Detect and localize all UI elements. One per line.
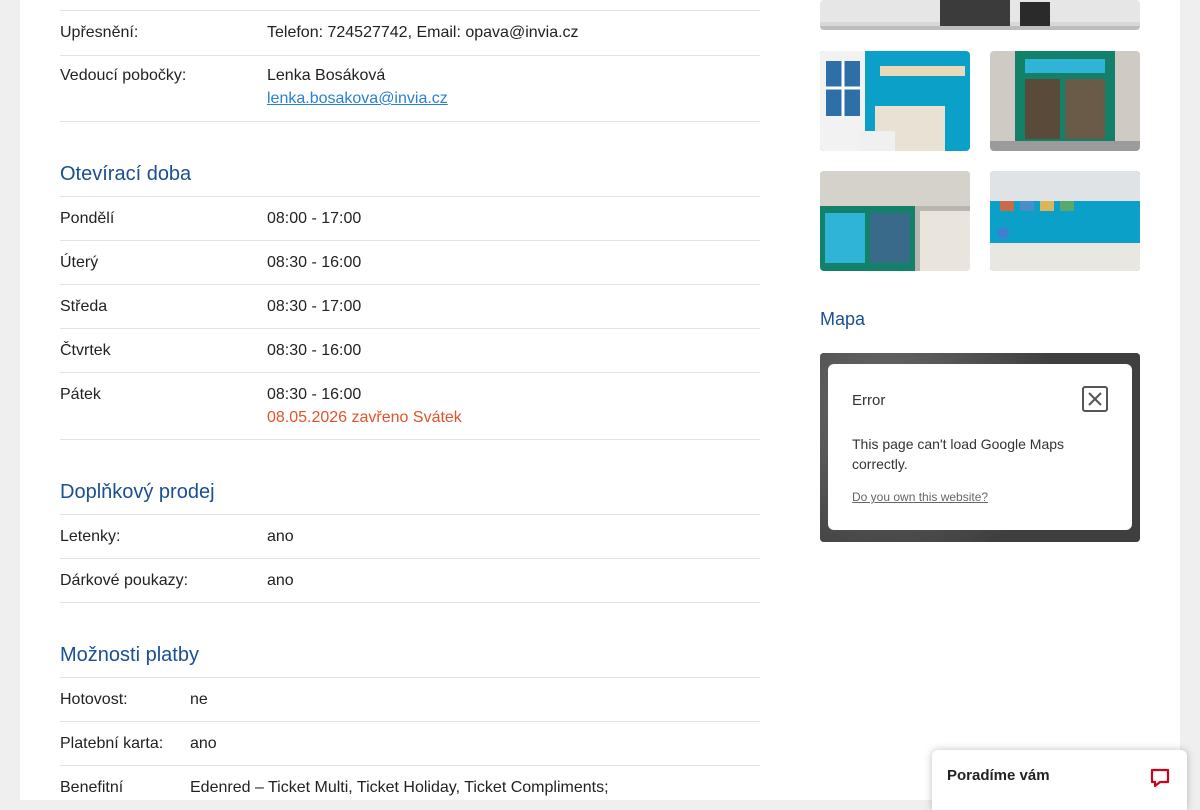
day-label: Pondělí [60, 210, 115, 227]
chat-label: Poradíme vám [947, 767, 1050, 784]
extras-heading: Doplňkový prodej [60, 479, 760, 515]
payment-row: Hotovost: ne [60, 677, 760, 722]
branch-photo[interactable] [990, 51, 1140, 151]
details-row: Upřesnění: Telefon: 724527742, Email: op… [60, 10, 760, 56]
payment-value: ne [190, 691, 208, 708]
hours-row: Čtvrtek 08:30 - 16:00 [60, 328, 760, 373]
day-label: Středa [60, 298, 108, 315]
day-time: 08:30 - 16:00 [267, 386, 362, 403]
manager-email-link[interactable]: lenka.bosakova@invia.cz [267, 87, 448, 110]
close-icon[interactable] [1082, 386, 1108, 412]
day-time: 08:30 - 16:00 [267, 254, 362, 271]
hours-row: Středa 08:30 - 17:00 [60, 284, 760, 329]
holiday-note: 08.05.2026 zavřeno Svátek [267, 409, 462, 426]
manager-label: Vedoucí pobočky: [60, 67, 187, 84]
extras-row: Letenky: ano [60, 514, 760, 559]
map-error-dialog: Error This page can't load Google Maps c… [828, 364, 1132, 530]
day-time: 08:00 - 17:00 [267, 210, 362, 227]
extras-label: Letenky: [60, 528, 121, 545]
day-time: 08:30 - 17:00 [267, 298, 362, 315]
extras-value: ano [267, 572, 294, 589]
branch-photo[interactable] [820, 171, 970, 271]
day-label: Čtvrtek [60, 342, 111, 359]
payment-row: Benefitní Edenred – Ticket Multi, Ticket… [60, 765, 760, 800]
hours-heading: Otevírací doba [60, 161, 760, 197]
map-heading: Mapa [820, 309, 866, 329]
map-container[interactable]: Error This page can't load Google Maps c… [820, 353, 1140, 542]
extras-value: ano [267, 528, 294, 545]
payment-value: Edenred – Ticket Multi, Ticket Holiday, … [190, 779, 609, 796]
content-card: Upřesnění: Telefon: 724527742, Email: op… [20, 0, 1180, 800]
map-error-message: This page can't load Google Maps correct… [852, 436, 1065, 472]
extras-row: Dárkové poukazy: ano [60, 558, 760, 603]
hours-row: Úterý 08:30 - 16:00 [60, 240, 760, 285]
details-label: Upřesnění: [60, 24, 139, 41]
manager-row: Vedoucí pobočky: Lenka Bosáková lenka.bo… [60, 54, 760, 122]
branch-photo[interactable] [820, 51, 970, 151]
day-label: Pátek [60, 386, 101, 403]
details-value: Telefon: 724527742, Email: opava@invia.c… [267, 24, 579, 41]
day-label: Úterý [60, 254, 99, 271]
payment-value: ano [190, 735, 217, 752]
hours-row: Pondělí 08:00 - 17:00 [60, 196, 760, 241]
branch-photo[interactable] [990, 171, 1140, 271]
chat-bubble-icon[interactable] [1148, 766, 1172, 795]
payment-label: Hotovost: [60, 691, 128, 708]
chat-widget[interactable]: Poradíme vám [932, 750, 1187, 810]
payment-row: Platební karta: ano [60, 721, 760, 766]
map-error-title: Error [852, 392, 886, 409]
map-own-website-link[interactable]: Do you own this website? [852, 490, 988, 504]
day-time: 08:30 - 16:00 [267, 342, 362, 359]
hours-row: Pátek 08:30 - 16:00 08.05.2026 zavřeno S… [60, 372, 760, 440]
payment-label: Platební karta: [60, 735, 164, 752]
extras-label: Dárkové poukazy: [60, 572, 189, 589]
payment-heading: Možnosti platby [60, 642, 760, 678]
branch-photo[interactable] [820, 0, 1140, 30]
payment-label: Benefitní [60, 779, 124, 796]
manager-name: Lenka Bosáková [267, 67, 386, 84]
